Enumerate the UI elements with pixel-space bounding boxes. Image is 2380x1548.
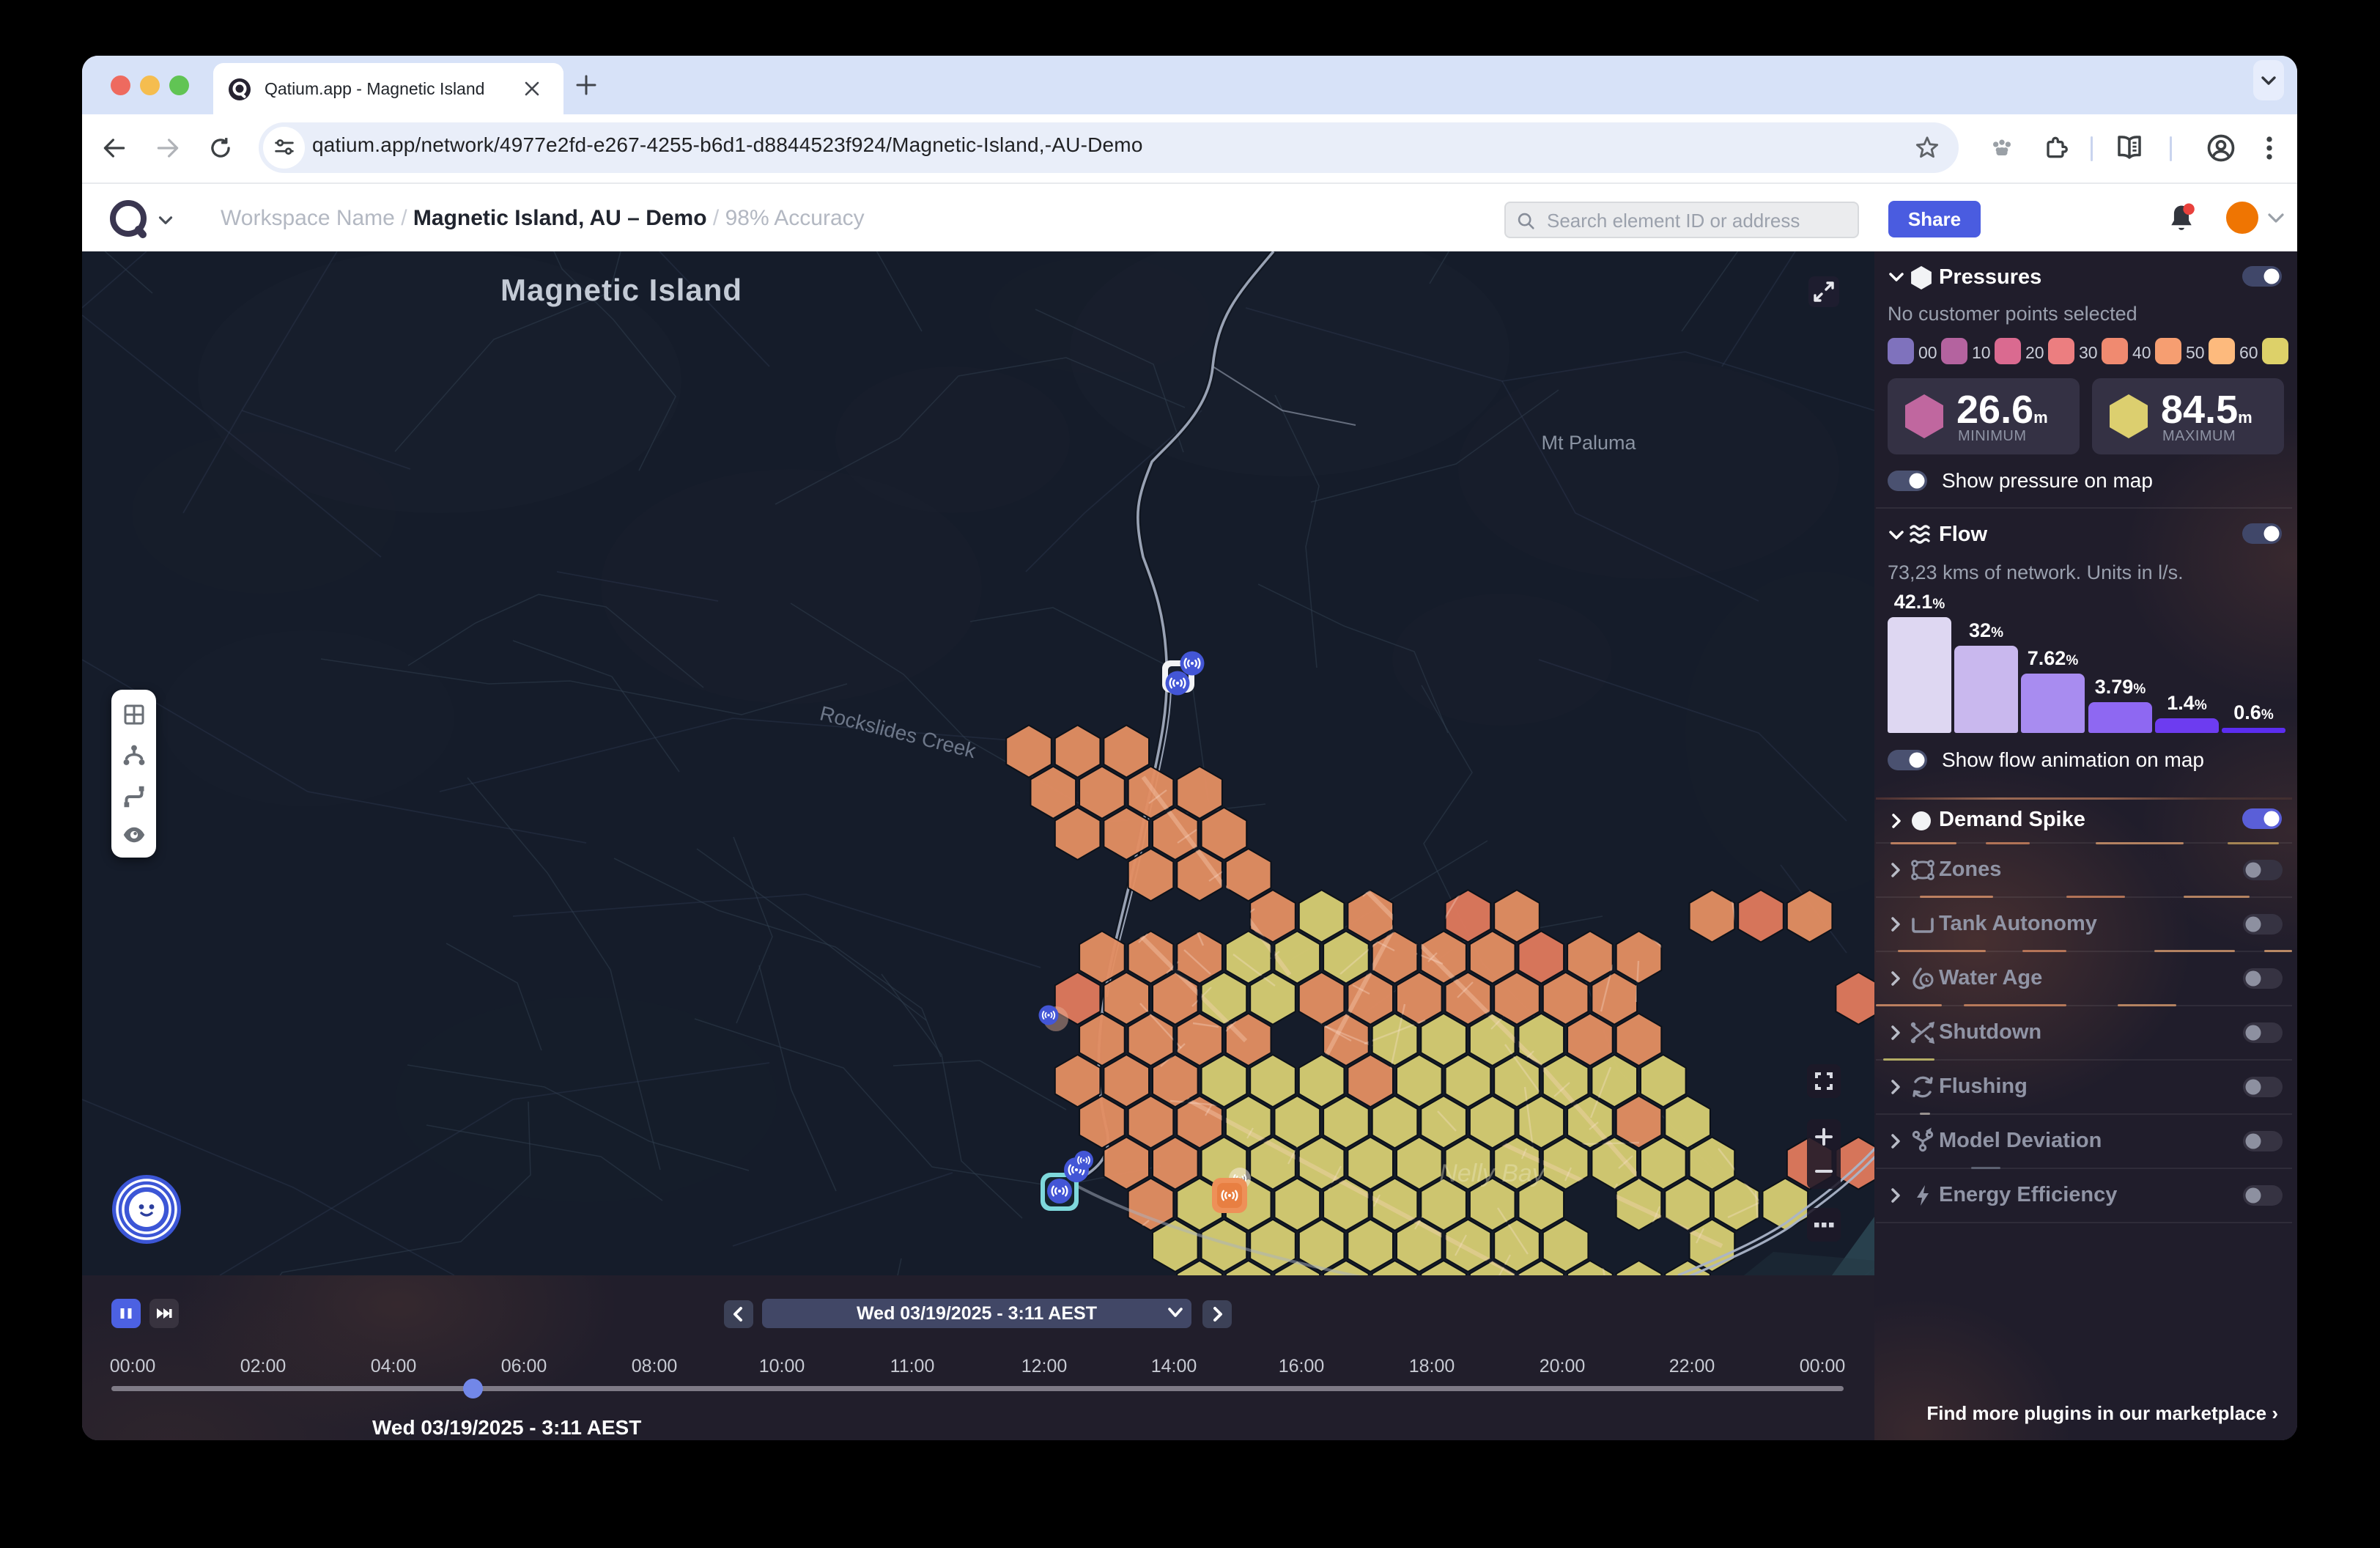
svg-text:Nelly Bay: Nelly Bay: [1439, 1160, 1546, 1187]
svg-text:Mt Paluma: Mt Paluma: [1541, 432, 1636, 454]
svg-text:Magnetic Island: Magnetic Island: [500, 273, 742, 307]
